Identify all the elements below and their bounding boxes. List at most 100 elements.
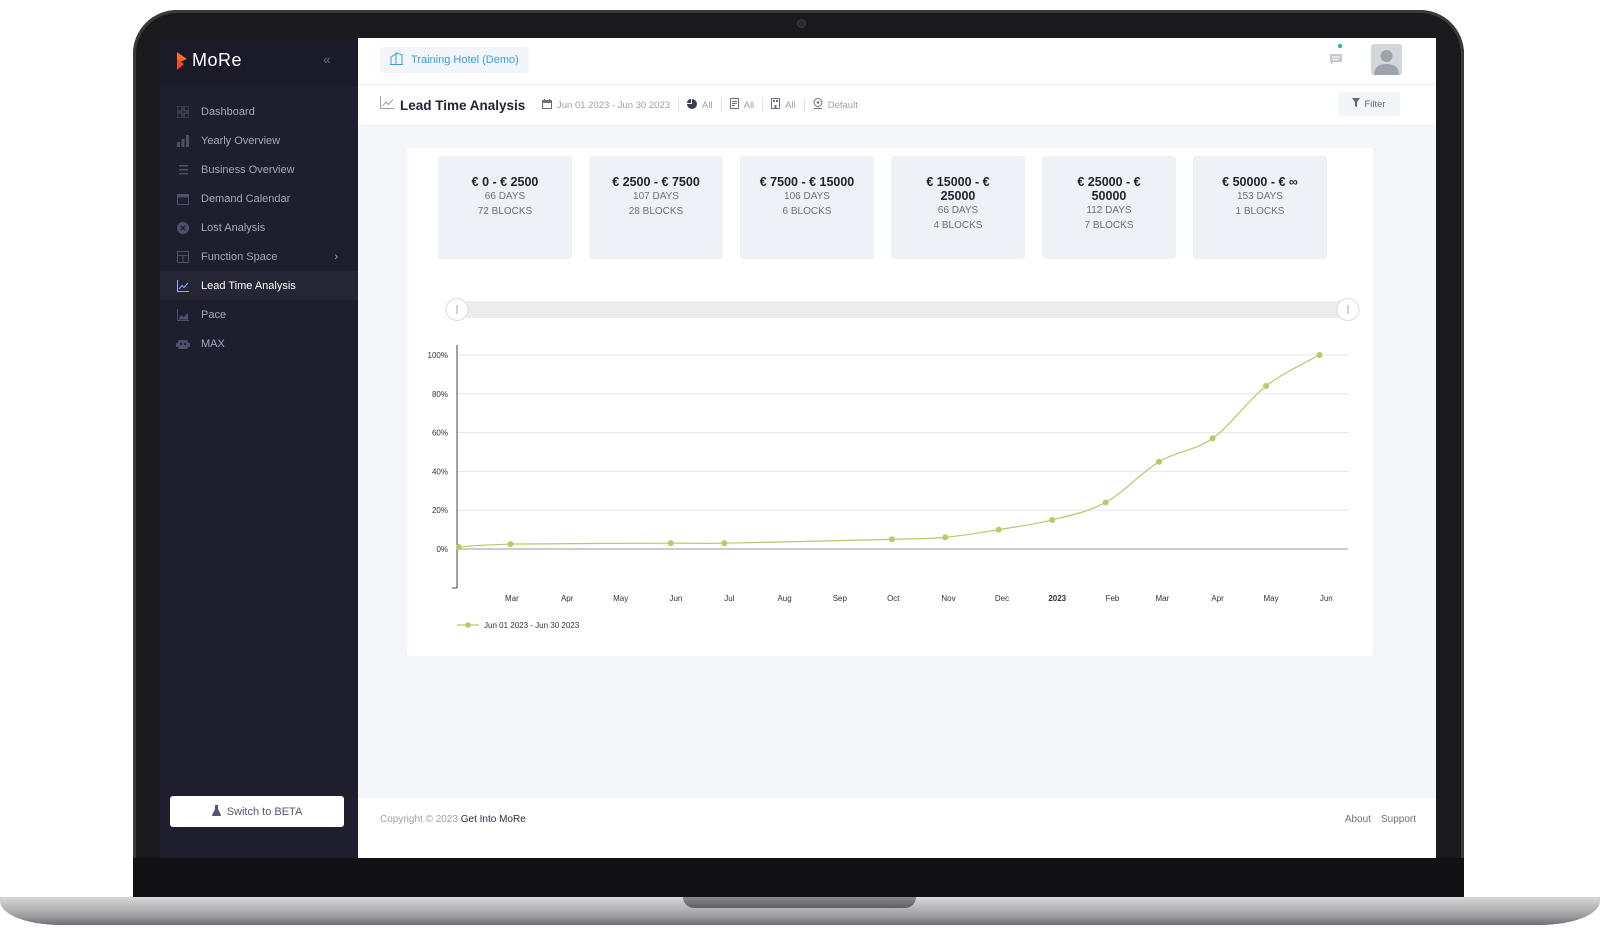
- range-slider-track[interactable]: [457, 301, 1348, 318]
- bucket-title: € 50000 - € ∞: [1222, 175, 1298, 189]
- robot-icon: [176, 337, 190, 351]
- calendar-icon: [176, 192, 190, 206]
- data-point[interactable]: [1102, 499, 1109, 506]
- pie-chart-icon: [687, 98, 698, 112]
- x-tick-label: Aug: [777, 594, 791, 603]
- bucket-card[interactable]: € 0 - € 2500 66 DAYS 72 BLOCKS: [438, 156, 572, 259]
- sidebar-item-function-space[interactable]: Function Space ›: [160, 242, 358, 271]
- switch-to-beta-button[interactable]: Switch to BETA: [170, 796, 344, 827]
- bucket-title: € 2500 - € 7500: [612, 175, 700, 189]
- bucket-card[interactable]: € 50000 - € ∞ 153 DAYS 1 BLOCKS: [1193, 156, 1327, 259]
- sidebar-item-business-overview[interactable]: Business Overview: [160, 155, 358, 184]
- view-value: Default: [827, 99, 858, 111]
- trend-icon: [380, 96, 394, 114]
- legend-label[interactable]: Jun 01 2023 - Jun 30 2023: [484, 621, 580, 630]
- data-point[interactable]: [507, 541, 514, 548]
- hotel-icon: [390, 52, 403, 68]
- x-tick-label: May: [613, 594, 628, 603]
- collapse-sidebar-icon[interactable]: «: [323, 51, 331, 67]
- date-range-filter[interactable]: Jun 01 2023 - Jun 30 2023: [542, 98, 671, 112]
- data-point[interactable]: [1156, 458, 1163, 465]
- chevron-right-icon: ›: [334, 250, 338, 263]
- x-tick-label: Sep: [833, 594, 848, 603]
- lead-time-card: € 0 - € 2500 66 DAYS 72 BLOCKS € 2500 - …: [407, 148, 1373, 656]
- data-point[interactable]: [942, 534, 949, 541]
- bucket-days: 112 DAYS: [1086, 205, 1132, 216]
- bucket-blocks: 7 BLOCKS: [1084, 220, 1134, 231]
- series-line: [458, 354, 1320, 548]
- y-tick-label: 40%: [432, 467, 448, 476]
- hotel-selector[interactable]: Training Hotel (Demo): [380, 47, 529, 73]
- page-header: Lead Time Analysis Jun 01 2023 - Jun 30 …: [358, 85, 1436, 126]
- segment-filter[interactable]: All: [687, 98, 713, 112]
- divider: [720, 98, 722, 112]
- legend-marker: [465, 622, 471, 628]
- data-point[interactable]: [995, 526, 1002, 533]
- notification-dot: [1338, 44, 1342, 48]
- data-point[interactable]: [888, 536, 895, 543]
- segment-filter-value: All: [702, 99, 713, 111]
- support-link[interactable]: Support: [1381, 814, 1416, 825]
- about-link[interactable]: About: [1345, 814, 1371, 825]
- view-selector[interactable]: Default: [813, 98, 858, 112]
- laptop-bezel: [133, 858, 1464, 898]
- bucket-days: 153 DAYS: [1237, 191, 1283, 202]
- document-icon: [729, 98, 739, 112]
- data-point[interactable]: [1209, 435, 1216, 442]
- sidebar: MoRe « Dashboard Yearly Overview Busines…: [160, 38, 358, 858]
- brand-logo[interactable]: MoRe: [176, 50, 242, 71]
- filter-label: Filter: [1364, 98, 1386, 110]
- bucket-card[interactable]: € 15000 - € 25000 66 DAYS 4 BLOCKS: [891, 156, 1025, 259]
- sidebar-item-lead-time-analysis[interactable]: Lead Time Analysis: [160, 271, 358, 300]
- dashboard-icon: [176, 105, 190, 119]
- bar-chart-icon: [176, 134, 190, 148]
- sidebar-item-label: Function Space: [201, 250, 278, 263]
- trend-icon: [176, 279, 190, 293]
- y-tick-label: 100%: [428, 351, 448, 360]
- x-tick-label: Apr: [561, 594, 574, 603]
- avatar[interactable]: [1371, 44, 1402, 75]
- sidebar-item-yearly-overview[interactable]: Yearly Overview: [160, 126, 358, 155]
- bucket-title: € 0 - € 2500: [471, 175, 539, 189]
- sidebar-item-demand-calendar[interactable]: Demand Calendar: [160, 184, 358, 213]
- data-point[interactable]: [1263, 383, 1270, 390]
- filter-button[interactable]: Filter: [1338, 92, 1400, 116]
- sidebar-item-pace[interactable]: Pace: [160, 300, 358, 329]
- data-point[interactable]: [1316, 352, 1323, 358]
- x-tick-label: Apr: [1211, 594, 1224, 603]
- bucket-card[interactable]: € 2500 - € 7500 107 DAYS 28 BLOCKS: [589, 156, 723, 259]
- x-tick-label: Nov: [941, 594, 955, 603]
- hotel-name: Training Hotel (Demo): [411, 54, 519, 66]
- copyright: Copyright © 2023 Get Into MoRe: [380, 814, 526, 825]
- y-tick-label: 60%: [432, 429, 448, 438]
- sidebar-item-label: Yearly Overview: [201, 134, 281, 147]
- message-icon[interactable]: [1329, 52, 1343, 70]
- data-point[interactable]: [455, 544, 462, 551]
- bucket-title: € 15000 - € 25000: [926, 175, 990, 203]
- bucket-card[interactable]: € 7500 - € 15000 106 DAYS 6 BLOCKS: [740, 156, 874, 259]
- sidebar-item-dashboard[interactable]: Dashboard: [160, 97, 358, 126]
- building-icon: [771, 98, 781, 112]
- y-tick-label: 20%: [432, 506, 448, 515]
- data-point[interactable]: [1049, 516, 1056, 523]
- date-range-value: Jun 01 2023 - Jun 30 2023: [557, 99, 671, 111]
- status-filter-value: All: [743, 99, 755, 111]
- x-tick-label: Oct: [887, 594, 900, 603]
- data-point[interactable]: [721, 540, 728, 547]
- building-filter-value: All: [785, 99, 796, 111]
- sidebar-item-max[interactable]: MAX: [160, 329, 358, 358]
- x-tick-label: Jun: [669, 594, 682, 603]
- sidebar-item-label: Demand Calendar: [201, 192, 291, 205]
- building-filter[interactable]: All: [771, 98, 796, 112]
- data-point[interactable]: [667, 540, 674, 547]
- top-bar: Training Hotel (Demo): [358, 38, 1436, 85]
- company-link[interactable]: Get Into MoRe: [461, 814, 526, 825]
- status-filter[interactable]: All: [729, 98, 755, 112]
- flask-icon: [211, 804, 221, 819]
- table-icon: [176, 250, 190, 264]
- bucket-blocks: 4 BLOCKS: [933, 220, 983, 231]
- y-tick-label: 80%: [432, 390, 448, 399]
- x-tick-label: 2023: [1048, 594, 1066, 603]
- sidebar-item-lost-analysis[interactable]: Lost Analysis: [160, 213, 358, 242]
- bucket-card[interactable]: € 25000 - € 50000 112 DAYS 7 BLOCKS: [1042, 156, 1176, 259]
